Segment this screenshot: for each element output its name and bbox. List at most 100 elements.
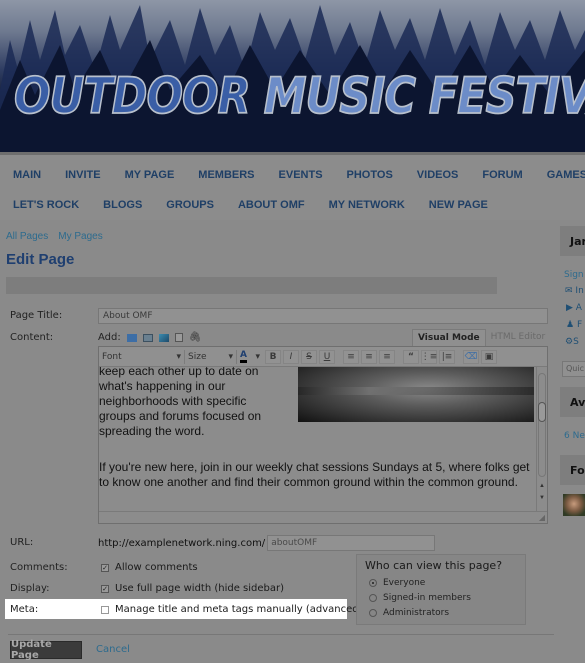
font-select[interactable]: Font ▾ — [99, 349, 185, 364]
sidebar-quick-search[interactable]: Quic — [562, 361, 585, 377]
editor-content-area[interactable]: keep each other up to date on what's hap… — [99, 367, 536, 511]
sidebar-new-link[interactable]: 6 Ne — [564, 431, 585, 441]
sidebar-box-2: Av — [560, 387, 585, 417]
link-icon[interactable] — [126, 333, 137, 342]
font-select-label: Font — [102, 351, 122, 362]
size-select[interactable]: Size ▾ — [185, 349, 237, 364]
text-color-button[interactable]: A ▾ — [237, 350, 263, 364]
meta-manual-row: Manage title and meta tags manually (adv… — [101, 604, 363, 615]
url-slug-input[interactable]: aboutOMF — [267, 535, 436, 551]
breadcrumb-my-pages[interactable]: My Pages — [58, 231, 102, 242]
member-avatar[interactable] — [563, 494, 585, 516]
update-page-button[interactable]: Update Page — [10, 639, 82, 661]
page-title: Edit Page — [6, 251, 75, 268]
url-prefix: http://examplenetwork.ning.com/ — [98, 537, 266, 549]
nav-item-invite[interactable]: INVITE — [65, 169, 100, 181]
quick-search-input[interactable]: Quic — [562, 361, 585, 377]
blockquote-icon: “ — [408, 351, 414, 362]
editor-scrollbar[interactable]: ▲ ▼ — [536, 367, 547, 511]
bold-button[interactable]: B — [265, 349, 281, 364]
strikethrough-button[interactable]: S — [301, 349, 317, 364]
sidebar-user-name[interactable]: Jar — [560, 226, 585, 256]
resize-handle-icon[interactable]: ◢ — [539, 513, 545, 522]
nav-item-lets-rock[interactable]: LET'S ROCK — [13, 199, 79, 211]
gear-icon: ⚙ — [565, 337, 574, 347]
person-icon: ♟ — [566, 320, 575, 330]
align-right-button[interactable]: ≡ — [379, 349, 395, 364]
underline-button[interactable]: U — [319, 349, 335, 364]
sidebar-link-label: A — [575, 303, 582, 313]
tab-html-editor[interactable]: HTML Editor — [485, 329, 551, 346]
visibility-option-administrators[interactable]: Administrators — [365, 605, 517, 620]
content-embedded-image[interactable] — [298, 367, 534, 422]
site-logo-title: OUTDOOR MUSIC FESTIVALS — [13, 67, 585, 126]
sidebar-sign-link[interactable]: Sign — [564, 270, 584, 280]
sidebar-link-inbox[interactable]: ✉ In — [565, 286, 584, 296]
sidebar-link-settings[interactable]: ⚙S — [565, 337, 579, 347]
blockquote-button[interactable]: “ — [403, 349, 419, 364]
bullet-list-button[interactable]: ⋮≡ — [421, 349, 437, 364]
content-paragraph-1: keep each other up to date on what's hap… — [99, 367, 279, 439]
meta-manual-checkbox[interactable] — [101, 605, 109, 614]
nav-item-my-network[interactable]: MY NETWORK — [329, 199, 405, 211]
radio-signed-in[interactable] — [369, 593, 377, 602]
sidebar-link-friends[interactable]: ♟ F — [566, 320, 582, 330]
fullscreen-icon: ▣ — [484, 351, 494, 362]
sidebar-user-box: Jar — [560, 226, 585, 256]
italic-button[interactable]: I — [283, 349, 299, 364]
content-line: keep each other up to date on — [99, 367, 259, 378]
meta-label: Meta: — [10, 604, 39, 615]
content-line: groups and forums focused on — [99, 409, 262, 423]
site-banner[interactable]: OUTDOOR MUSIC FESTIVALS — [0, 0, 585, 155]
nav-item-videos[interactable]: VIDEOS — [417, 169, 459, 181]
visibility-option-signed-in[interactable]: Signed-in members — [365, 590, 517, 605]
url-label: URL: — [10, 537, 34, 548]
full-width-checkbox[interactable]: ✓ — [101, 584, 109, 593]
sidebar-link-label: F — [576, 320, 583, 330]
image-icon[interactable] — [158, 333, 169, 342]
nav-item-my-page[interactable]: MY PAGE — [125, 169, 175, 181]
breadcrumb-all-pages[interactable]: All Pages — [6, 231, 48, 242]
numbered-list-icon: |≡ — [441, 351, 453, 362]
nav-item-main[interactable]: MAIN — [13, 169, 41, 181]
align-center-button[interactable]: ≡ — [361, 349, 377, 364]
radio-administrators[interactable] — [369, 608, 377, 617]
comments-label: Comments: — [10, 562, 68, 573]
cancel-link[interactable]: Cancel — [96, 644, 130, 655]
tab-visual-mode[interactable]: Visual Mode — [412, 329, 486, 346]
fullscreen-button[interactable]: ▣ — [481, 349, 497, 364]
allow-comments-label: Allow comments — [115, 562, 198, 573]
scroll-up-icon[interactable]: ▲ — [539, 483, 545, 489]
nav-item-blogs[interactable]: BLOGS — [103, 199, 142, 211]
align-left-button[interactable]: ≡ — [343, 349, 359, 364]
nav-item-members[interactable]: MEMBERS — [198, 169, 254, 181]
numbered-list-button[interactable]: |≡ — [439, 349, 455, 364]
visibility-option-everyone[interactable]: Everyone — [365, 575, 517, 590]
radio-everyone[interactable] — [369, 578, 377, 587]
attachment-icon[interactable]: 🖇 — [189, 332, 202, 343]
sidebar-link-alerts[interactable]: ▶ A — [566, 303, 582, 313]
nav-item-events[interactable]: EVENTS — [279, 169, 323, 181]
sidebar-box-2-title: Av — [560, 387, 585, 417]
content-label: Content: — [10, 332, 54, 343]
eraser-button[interactable]: ⌫ — [463, 349, 479, 364]
text-color-icon: A — [240, 350, 247, 363]
nav-item-games[interactable]: GAMES — [547, 169, 585, 181]
content-paragraph-2: If you're new here, join in our weekly c… — [99, 460, 530, 489]
nav-item-photos[interactable]: PHOTOS — [347, 169, 393, 181]
video-icon[interactable] — [142, 333, 153, 342]
nav-item-groups[interactable]: GROUPS — [166, 199, 214, 211]
avatar-image — [563, 494, 585, 516]
allow-comments-checkbox[interactable]: ✓ — [101, 563, 109, 572]
scroll-down-icon[interactable]: ▼ — [539, 495, 545, 501]
scrollbar-thumb[interactable] — [538, 402, 546, 422]
nav-item-forum[interactable]: FORUM — [482, 169, 522, 181]
radio-everyone-label: Everyone — [383, 577, 426, 588]
footer-divider — [8, 634, 554, 635]
file-icon[interactable] — [174, 333, 183, 342]
nav-item-new-page[interactable]: NEW PAGE — [429, 199, 488, 211]
editor-toolbar: Font ▾ Size ▾ A ▾ B I S U ≡ ≡ ≡ “ ⋮≡ |≡ … — [99, 347, 547, 367]
page-title-input[interactable]: About OMF — [98, 308, 548, 324]
full-width-row: ✓ Use full page width (hide sidebar) — [101, 583, 284, 594]
nav-item-about-omf[interactable]: ABOUT OMF — [238, 199, 305, 211]
